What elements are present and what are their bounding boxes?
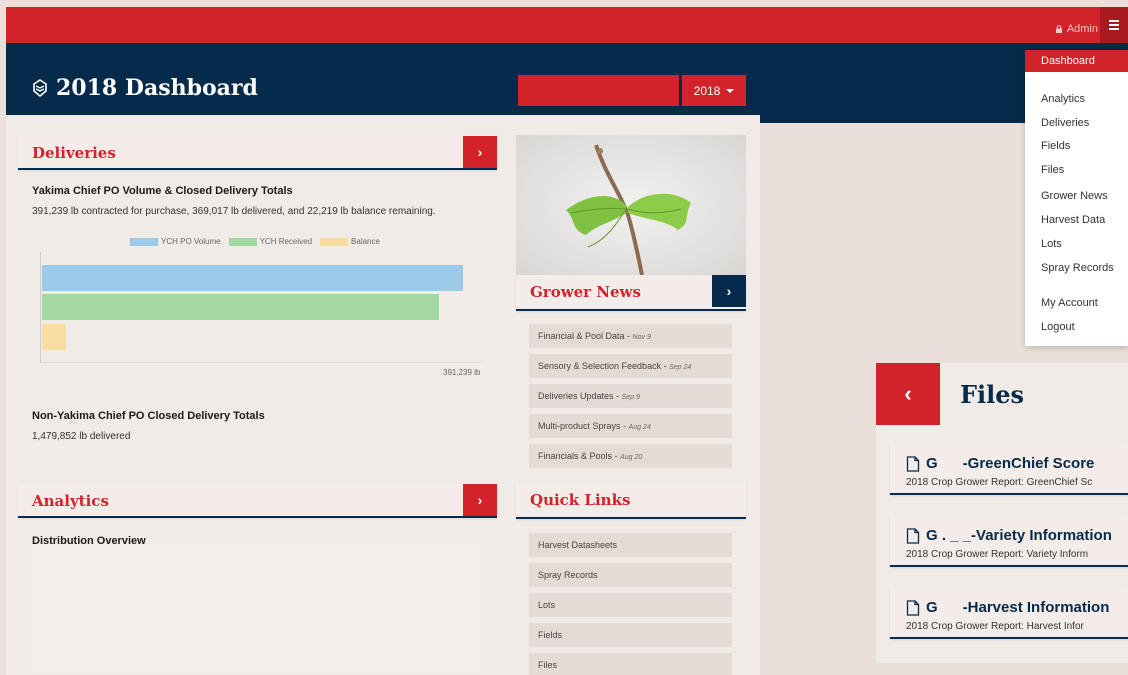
analytics-title: Analytics [32, 492, 109, 510]
files-back-button[interactable]: ‹ [876, 363, 940, 425]
grower-news-title: Grower News [530, 283, 641, 301]
news-item-date: Sep 9 [621, 394, 640, 401]
news-item[interactable]: Multi-product Sprays - Aug 24 [529, 414, 732, 438]
news-item-label: Sensory & Selection Feedback [538, 361, 662, 371]
chevron-right-icon: › [726, 283, 732, 299]
legend-label: YCH Received [259, 237, 313, 246]
page-title: 2018 Dashboard [32, 75, 258, 101]
non-ych-text: 1,479,852 lb delivered [32, 431, 131, 442]
admin-link[interactable]: Admin [1055, 23, 1098, 35]
page-title-text: 2018 Dashboard [56, 75, 258, 101]
file-subtitle: 2018 Crop Grower Report: Harvest Infor [906, 621, 1084, 632]
file-title-text: G -Harvest Information [926, 599, 1110, 616]
news-item-date: Aug 20 [620, 454, 643, 461]
menu-item-deliveries[interactable]: Deliveries [1025, 117, 1128, 129]
deliveries-summary: 391,239 lb contracted for purchase, 369,… [32, 206, 436, 217]
grower-news-header: Grower News › [516, 275, 746, 311]
chevron-right-icon: › [477, 492, 483, 508]
news-item[interactable]: Deliveries Updates - Sep 9 [529, 384, 732, 408]
news-item-label: Multi-product Sprays [538, 421, 621, 431]
news-item-label: Deliveries Updates [538, 391, 614, 401]
bar-balance [42, 324, 66, 350]
file-subtitle: 2018 Crop Grower Report: Variety Inform [906, 549, 1089, 560]
file-card[interactable]: G -GreenChief Score 2018 Crop Grower Rep… [890, 443, 1128, 495]
files-title: Files [960, 380, 1025, 409]
document-icon [906, 599, 920, 616]
legend-swatch [320, 237, 349, 246]
file-title-text: G . _ _-Variety Information [926, 527, 1112, 544]
document-icon [906, 455, 920, 472]
deliveries-heading: Yakima Chief PO Volume & Closed Delivery… [32, 185, 293, 197]
legend-label: YCH PO Volume [161, 237, 221, 246]
top-bar: Admin [6, 7, 1128, 43]
menu-item-harvest-data[interactable]: Harvest Data [1025, 214, 1128, 226]
file-subtitle: 2018 Crop Grower Report: GreenChief Sc [906, 477, 1093, 488]
news-item-label: Financials & Pools [538, 451, 613, 461]
file-title: G . _ _-Variety Information [906, 527, 1112, 544]
analytics-header: Analytics › [18, 484, 497, 518]
menu-item-logout[interactable]: Logout [1025, 321, 1128, 333]
hamburger-icon [1109, 18, 1119, 32]
grower-news-more-button[interactable]: › [712, 275, 746, 307]
menu-item-lots[interactable]: Lots [1025, 238, 1128, 250]
news-item-date: Sep 24 [669, 364, 692, 371]
bar-ych-received [42, 294, 439, 320]
deliveries-title: Deliveries [32, 144, 116, 162]
axis-max-label: 391,239 lb [443, 368, 481, 377]
non-ych-heading: Non-Yakima Chief PO Closed Delivery Tota… [32, 410, 265, 422]
main-menu-dropdown: Dashboard Analytics Deliveries Fields Fi… [1025, 50, 1128, 346]
chevron-left-icon: ‹ [904, 381, 912, 406]
lock-icon [1055, 25, 1062, 33]
deliveries-more-button[interactable]: › [463, 136, 497, 168]
menu-item-analytics[interactable]: Analytics [1025, 93, 1128, 105]
quick-link-harvest-datasheets[interactable]: Harvest Datasheets [529, 533, 732, 557]
quick-link-fields[interactable]: Fields [529, 623, 732, 647]
document-icon [906, 527, 920, 544]
news-item-date: Aug 24 [628, 424, 651, 431]
news-item-date: Nov 9 [632, 334, 651, 341]
caret-down-icon [726, 88, 735, 93]
file-card[interactable]: G -Harvest Information 2018 Crop Grower … [890, 587, 1128, 639]
legend-item-received: YCH Received [228, 237, 313, 246]
file-title-text: G -GreenChief Score [926, 455, 1095, 472]
chevron-right-icon: › [477, 144, 483, 160]
legend-label: Balance [351, 237, 380, 246]
legend-item-po: YCH PO Volume [130, 237, 221, 246]
menu-item-fields[interactable]: Fields [1025, 140, 1128, 152]
news-item-label: Financial & Pool Data [538, 331, 625, 341]
news-item[interactable]: Financial & Pool Data - Nov 9 [529, 324, 732, 348]
search-field[interactable] [518, 75, 679, 106]
news-item[interactable]: Sensory & Selection Feedback - Sep 24 [529, 354, 732, 378]
file-title: G -Harvest Information [906, 599, 1109, 616]
year-select-label: 2018 [693, 83, 721, 98]
chart-legend: YCH PO Volume YCH Received Balance [130, 237, 380, 246]
file-card[interactable]: G . _ _-Variety Information 2018 Crop Gr… [890, 515, 1128, 567]
hop-leaf-image [516, 135, 746, 275]
deliveries-header: Deliveries › [18, 136, 497, 170]
year-select[interactable]: 2018 [682, 75, 746, 106]
quick-links-title: Quick Links [530, 491, 631, 509]
legend-item-balance: Balance [320, 237, 380, 246]
menu-item-my-account[interactable]: My Account [1025, 297, 1128, 309]
admin-label: Admin [1066, 23, 1098, 35]
quick-link-files[interactable]: Files [529, 653, 732, 675]
menu-item-files[interactable]: Files [1025, 164, 1128, 176]
menu-toggle-button[interactable] [1100, 7, 1128, 43]
quick-link-spray-records[interactable]: Spray Records [529, 563, 732, 587]
menu-item-dashboard[interactable]: Dashboard [1025, 50, 1128, 72]
hop-icon [33, 79, 47, 97]
news-item[interactable]: Financials & Pools - Aug 20 [529, 444, 732, 468]
quick-links-header: Quick Links [516, 483, 746, 519]
hop-leaf-illustration [566, 144, 691, 275]
menu-item-spray-records[interactable]: Spray Records [1025, 262, 1128, 274]
legend-swatch [130, 237, 158, 246]
menu-item-grower-news[interactable]: Grower News [1025, 190, 1128, 202]
legend-swatch [228, 237, 257, 246]
analytics-more-button[interactable]: › [463, 484, 497, 516]
bar-ych-po-volume [42, 265, 463, 291]
file-title: G -GreenChief Score [906, 455, 1094, 472]
quick-link-lots[interactable]: Lots [529, 593, 732, 617]
distribution-chart-area [30, 545, 482, 673]
